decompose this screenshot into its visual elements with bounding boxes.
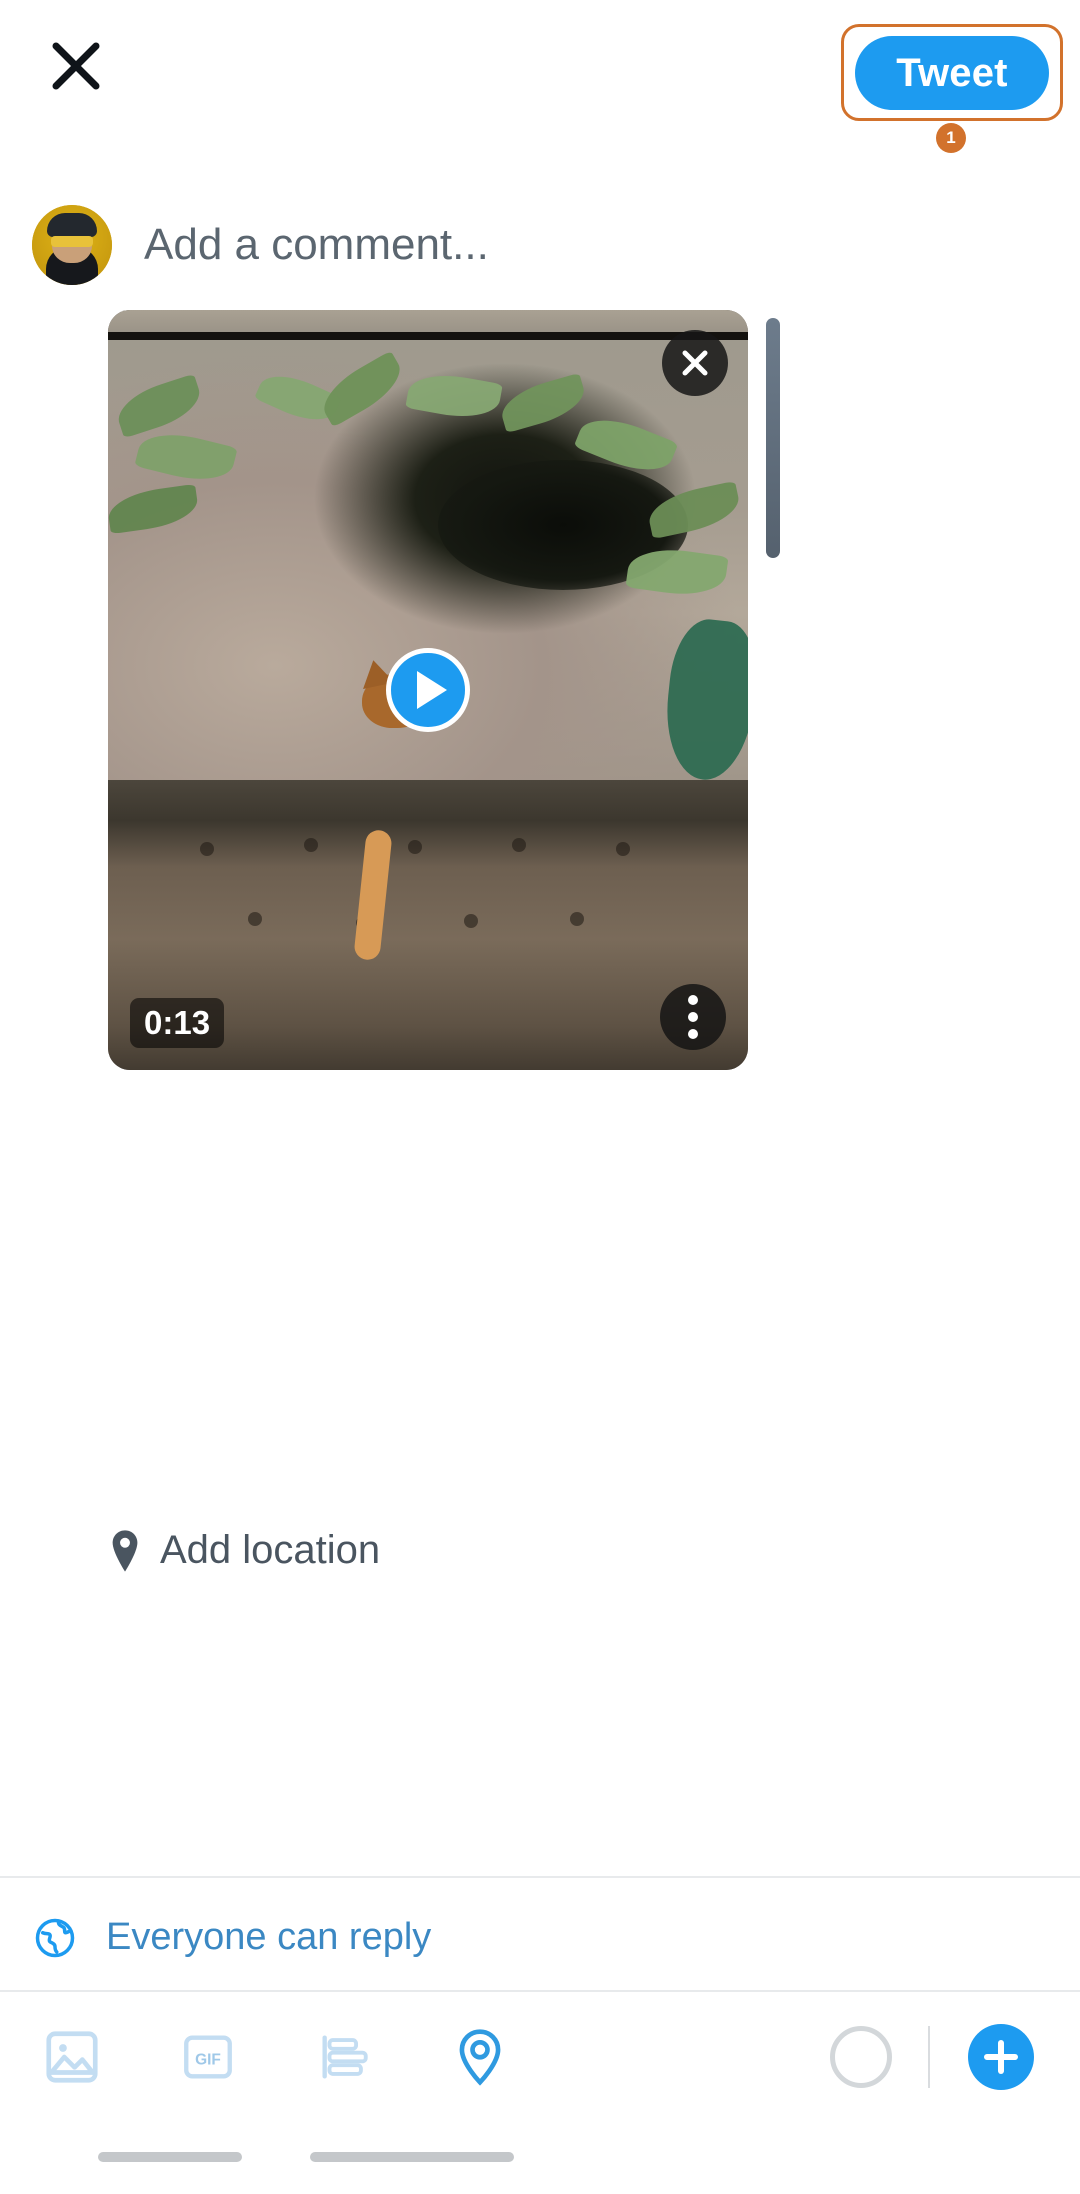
globe-icon (35, 1918, 75, 1957)
play-button[interactable] (386, 648, 470, 732)
toolbar-location-button[interactable] (428, 2005, 532, 2109)
sofa-tuft (200, 842, 214, 856)
divider (0, 1876, 1080, 1878)
video-scene-leaf (405, 368, 503, 424)
add-location-label: Add location (160, 1528, 381, 1572)
composer-row: Add a comment... (0, 190, 1080, 300)
tweet-compose-screen: Tweet 1 Add a comment... 0:13 Add locati… (0, 0, 1080, 2194)
tweet-button[interactable]: Tweet (855, 36, 1049, 110)
add-location-button[interactable]: Add location (108, 1528, 380, 1573)
video-scene-leaf (108, 483, 201, 535)
more-options-icon (688, 1029, 698, 1039)
location-pin-icon (459, 2029, 501, 2086)
video-duration: 0:13 (130, 998, 225, 1048)
avatar[interactable] (32, 205, 112, 285)
add-poll-button[interactable] (292, 2005, 396, 2109)
remove-media-button[interactable] (662, 330, 728, 396)
close-icon (52, 42, 100, 90)
compose-toolbar: GIF (0, 1992, 1080, 2122)
comment-input[interactable]: Add a comment... (144, 220, 489, 270)
video-scene-ledge (108, 332, 748, 340)
video-thumbnail[interactable]: 0:13 (108, 310, 748, 1070)
home-indicator (310, 2152, 514, 2162)
sofa-tuft (248, 912, 262, 926)
image-icon (46, 2031, 98, 2083)
more-options-icon (688, 1012, 698, 1022)
sofa-tuft (464, 914, 478, 928)
video-scene-leaf (314, 350, 410, 428)
media-attachment[interactable]: 0:13 (108, 310, 748, 1070)
svg-text:GIF: GIF (195, 2052, 221, 2069)
avatar-cap (47, 213, 97, 237)
annotation-step-badge: 1 (936, 123, 966, 153)
home-indicator-left (98, 2152, 242, 2162)
close-compose-button[interactable] (38, 28, 114, 104)
video-scene-wall (108, 310, 748, 332)
sofa-tuft (570, 912, 584, 926)
top-bar: Tweet 1 (0, 0, 1080, 153)
add-tweet-button[interactable] (968, 2024, 1034, 2090)
play-icon (417, 671, 447, 709)
sofa-tuft (616, 842, 630, 856)
video-scene-leaf (496, 372, 590, 434)
character-count-ring (830, 2026, 892, 2088)
toolbar-separator (928, 2026, 930, 2088)
add-gif-button[interactable]: GIF (156, 2005, 260, 2109)
plus-icon (984, 2054, 1018, 2060)
avatar-glasses (51, 236, 93, 247)
video-scene-leaf (134, 425, 238, 489)
more-options-icon (688, 995, 698, 1005)
reply-scope-label: Everyone can reply (106, 1916, 432, 1958)
media-more-options-button[interactable] (660, 984, 726, 1050)
gif-icon: GIF (184, 2035, 232, 2079)
reply-scope-button[interactable]: Everyone can reply (34, 1916, 431, 1959)
sofa-tuft (512, 838, 526, 852)
add-image-button[interactable] (20, 2005, 124, 2109)
video-scene-leaf (111, 373, 207, 439)
sofa-tuft (304, 838, 318, 852)
video-scene-leaf (659, 615, 748, 785)
media-carousel-peek[interactable] (766, 318, 780, 558)
close-icon (682, 350, 708, 376)
poll-icon (322, 2035, 368, 2079)
location-pin-icon (112, 1529, 138, 1572)
